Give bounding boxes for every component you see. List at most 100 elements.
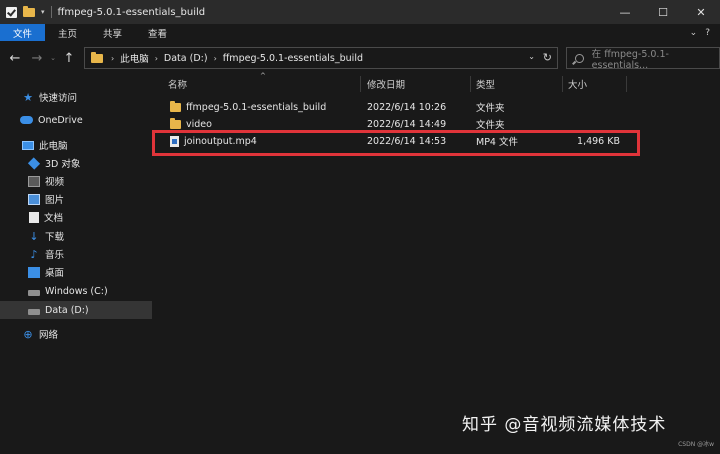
- file-type: 文件夹: [476, 103, 505, 114]
- sidebar-item-3d-objects[interactable]: 3D 对象: [0, 154, 152, 172]
- sort-ascending-icon: ^: [260, 72, 266, 80]
- breadcrumb-this-pc[interactable]: 此电脑: [120, 51, 149, 65]
- ribbon-tabs: 文件 主页 共享 查看 ⌄ ?: [0, 24, 720, 41]
- sidebar-item-label: 音乐: [45, 250, 65, 261]
- properties-icon[interactable]: [6, 6, 17, 18]
- file-name: ffmpeg-5.0.1-essentials_build: [186, 101, 327, 113]
- cloud-icon: [20, 116, 33, 124]
- quick-access-toolbar: ▾: [0, 5, 52, 18]
- address-bar[interactable]: › 此电脑 › Data (D:) › ffmpeg-5.0.1-essenti…: [84, 47, 558, 69]
- sidebar-item-this-pc[interactable]: 此电脑: [0, 136, 152, 154]
- file-name: joinoutput.mp4: [184, 135, 257, 147]
- help-icon[interactable]: ?: [705, 28, 710, 38]
- navigation-pane: ★ 快速访问 OneDrive 此电脑 3D 对象 视频 图片 文档 ↓ 下载 …: [0, 74, 152, 454]
- network-icon: ⊕: [23, 327, 33, 341]
- back-arrow-icon[interactable]: ←: [4, 51, 26, 66]
- column-divider[interactable]: [360, 76, 361, 92]
- breadcrumb-separator: ›: [154, 53, 158, 63]
- sidebar-item-label: 下载: [45, 232, 65, 243]
- sidebar-item-windows-c[interactable]: Windows (C:): [0, 282, 152, 300]
- column-header-type[interactable]: 类型: [476, 74, 495, 94]
- search-icon: [575, 53, 584, 63]
- cube-icon: [27, 156, 41, 170]
- video-icon: [28, 175, 40, 187]
- up-arrow-icon[interactable]: ↑: [58, 51, 80, 66]
- sidebar-item-network[interactable]: ⊕ 网络: [0, 325, 152, 343]
- column-divider[interactable]: [470, 76, 471, 92]
- pc-icon: [22, 140, 34, 150]
- sidebar-item-label: 此电脑: [39, 141, 68, 152]
- column-header-size[interactable]: 大小: [568, 74, 587, 94]
- sidebar-item-label: 图片: [45, 195, 65, 206]
- file-row-ffmpeg-folder[interactable]: ffmpeg-5.0.1-essentials_build 2022/6/14 …: [152, 98, 720, 116]
- breadcrumb-current-folder[interactable]: ffmpeg-5.0.1-essentials_build: [223, 53, 363, 64]
- sidebar-item-desktop[interactable]: 桌面: [0, 263, 152, 281]
- tab-home[interactable]: 主页: [45, 24, 90, 41]
- navigation-bar: ← → ⌄ ↑ › 此电脑 › Data (D:) › ffmpeg-5.0.1…: [0, 42, 720, 74]
- breadcrumb-separator: ›: [213, 53, 217, 63]
- download-icon: ↓: [29, 229, 39, 243]
- sidebar-item-videos[interactable]: 视频: [0, 172, 152, 190]
- sidebar-item-label: Data (D:): [45, 304, 89, 316]
- file-row-joinoutput[interactable]: joinoutput.mp4 2022/6/14 14:53 MP4 文件 1,…: [152, 132, 720, 150]
- ribbon-right: ⌄ ?: [690, 24, 710, 41]
- title-bar: ▾ ffmpeg-5.0.1-essentials_build — ☐ ✕: [0, 0, 720, 24]
- forward-arrow-icon[interactable]: →: [26, 51, 48, 66]
- csdn-credit: CSDN @冰w: [678, 441, 714, 448]
- breadcrumb-data-d[interactable]: Data (D:): [164, 53, 208, 64]
- column-divider[interactable]: [626, 76, 627, 92]
- close-button[interactable]: ✕: [682, 0, 720, 24]
- tab-share[interactable]: 共享: [90, 24, 135, 41]
- divider: [50, 6, 52, 18]
- sidebar-item-label: Windows (C:): [45, 285, 108, 297]
- desktop-icon: [28, 266, 40, 278]
- recent-locations-icon[interactable]: ⌄: [48, 54, 58, 62]
- minimize-button[interactable]: —: [606, 0, 644, 24]
- search-placeholder: 在 ffmpeg-5.0.1-essentials...: [591, 48, 669, 71]
- sidebar-item-quick-access[interactable]: ★ 快速访问: [0, 88, 152, 106]
- file-date: 2022/6/14 14:53: [367, 135, 447, 147]
- file-row-video-folder[interactable]: video 2022/6/14 14:49 文件夹: [152, 115, 720, 133]
- drive-icon: [28, 289, 40, 296]
- sidebar-item-onedrive[interactable]: OneDrive: [0, 111, 152, 129]
- sidebar-item-data-d[interactable]: Data (D:): [0, 301, 152, 319]
- column-divider[interactable]: [562, 76, 563, 92]
- customize-toolbar-icon[interactable]: ▾: [41, 8, 45, 16]
- file-name: video: [186, 118, 212, 130]
- watermark: 知乎 @音视频流媒体技术: [462, 415, 667, 435]
- sidebar-item-label: 网络: [39, 330, 59, 341]
- tab-file[interactable]: 文件: [0, 24, 46, 41]
- document-icon: [29, 211, 39, 223]
- search-box[interactable]: 在 ffmpeg-5.0.1-essentials...: [566, 47, 720, 71]
- sidebar-item-label: 文档: [44, 213, 64, 224]
- sidebar-item-documents[interactable]: 文档: [0, 208, 152, 226]
- file-date: 2022/6/14 10:26: [367, 101, 447, 113]
- sidebar-item-label: 视频: [45, 177, 65, 188]
- picture-icon: [28, 193, 40, 205]
- file-date: 2022/6/14 14:49: [367, 118, 447, 130]
- sidebar-item-downloads[interactable]: ↓ 下载: [0, 227, 152, 245]
- column-header-date[interactable]: 修改日期: [367, 74, 405, 94]
- column-header-name[interactable]: 名称: [168, 74, 187, 94]
- new-folder-icon[interactable]: [23, 5, 35, 17]
- music-icon: ♪: [30, 247, 38, 261]
- tab-view[interactable]: 查看: [135, 24, 180, 41]
- sidebar-item-label: OneDrive: [38, 114, 83, 126]
- refresh-icon[interactable]: ↻: [543, 51, 552, 64]
- sidebar-item-label: 桌面: [45, 268, 65, 279]
- video-file-icon: [170, 135, 179, 147]
- folder-icon: [91, 51, 103, 63]
- maximize-button[interactable]: ☐: [644, 0, 682, 24]
- star-icon: ★: [23, 90, 33, 104]
- folder-icon: [170, 117, 181, 129]
- breadcrumb-separator: ›: [111, 53, 115, 63]
- sidebar-item-label: 3D 对象: [45, 159, 81, 170]
- file-type: MP4 文件: [476, 137, 518, 148]
- expand-ribbon-icon[interactable]: ⌄: [690, 28, 698, 38]
- address-dropdown-icon[interactable]: ⌄: [528, 52, 535, 61]
- sidebar-item-music[interactable]: ♪ 音乐: [0, 245, 152, 263]
- drive-icon: [28, 308, 40, 315]
- file-size: 1,496 KB: [577, 135, 620, 147]
- file-type: 文件夹: [476, 120, 505, 131]
- sidebar-item-pictures[interactable]: 图片: [0, 190, 152, 208]
